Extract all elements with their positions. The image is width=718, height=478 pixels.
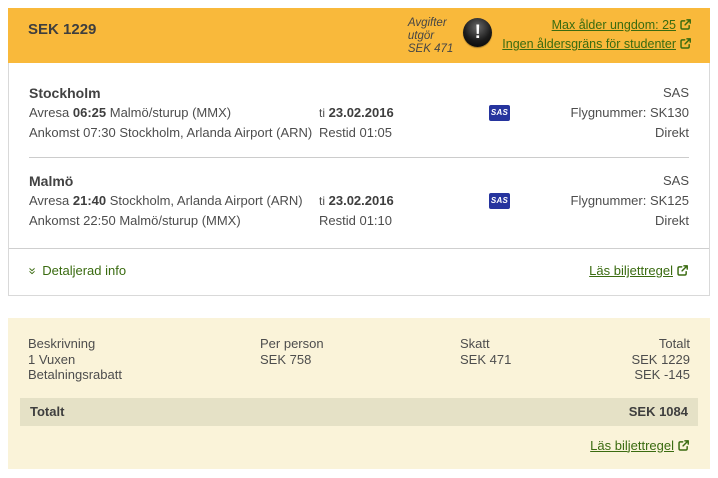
- arrival-line: Ankomst 22:50 Malmö/sturup (MMX): [29, 211, 319, 231]
- chevron-down-icon: »: [24, 267, 42, 274]
- duration-line: Restid 01:10: [319, 211, 489, 231]
- stops-info: Direkt: [531, 211, 689, 231]
- total-price: SEK 1229: [28, 16, 96, 38]
- flight-segment-return: Malmö Avresa 21:40 Stockholm, Arlanda Ai…: [29, 171, 689, 231]
- summary-discount-label: Betalningsrabatt: [28, 367, 260, 383]
- max-age-youth-link[interactable]: Max ålder ungdom: 25: [552, 18, 692, 32]
- fees-note-line: utgör: [408, 30, 453, 43]
- summary-per-person-value: SEK 758: [260, 352, 460, 368]
- summary-passenger-type: 1 Vuxen: [28, 352, 260, 368]
- price-breakdown: Beskrivning 1 Vuxen Betalningsrabatt Per…: [28, 336, 690, 383]
- price-header: SEK 1229 Avgifter utgör SEK 471 ! Max ål…: [8, 8, 710, 63]
- summary-fare-rules-link[interactable]: Läs biljettregel: [590, 438, 690, 453]
- sas-logo-icon: SAS: [489, 105, 510, 121]
- header-links: Max ålder ungdom: 25 Ingen åldersgräns f…: [502, 16, 692, 54]
- grand-total-row: Totalt SEK 1084: [20, 398, 698, 426]
- details-toggle[interactable]: »Detaljerad info: [29, 262, 126, 280]
- summary-tax-value: SEK 471: [460, 352, 620, 368]
- summary-total-header: Totalt: [620, 336, 690, 352]
- external-link-icon: [679, 37, 692, 50]
- summary-tax-header: Skatt: [460, 336, 620, 352]
- grand-total-label: Totalt: [30, 404, 64, 420]
- summary-discount-value: SEK -145: [620, 367, 690, 383]
- sas-logo-icon: SAS: [489, 193, 510, 209]
- flight-card: SEK 1229 Avgifter utgör SEK 471 ! Max ål…: [8, 8, 710, 296]
- segment-divider: [29, 157, 689, 158]
- alert-icon: !: [463, 18, 492, 47]
- summary-total-value: SEK 1229: [620, 352, 690, 368]
- student-age-link[interactable]: Ingen åldersgräns för studenter: [502, 37, 692, 51]
- flight-number: Flygnummer: SK130: [531, 103, 689, 123]
- card-footer-row: »Detaljerad info Läs biljettregel: [9, 248, 709, 295]
- departure-line: Avresa 21:40 Stockholm, Arlanda Airport …: [29, 191, 319, 211]
- fare-rules-link[interactable]: Läs biljettregel: [589, 262, 689, 280]
- grand-total-value: SEK 1084: [629, 404, 688, 420]
- flight-number: Flygnummer: SK125: [531, 191, 689, 211]
- departure-line: Avresa 06:25 Malmö/sturup (MMX): [29, 103, 319, 123]
- segment-city: Stockholm: [29, 83, 319, 103]
- external-link-icon: [679, 18, 692, 31]
- price-summary: Beskrivning 1 Vuxen Betalningsrabatt Per…: [8, 318, 710, 469]
- flight-offer-page: SEK 1229 Avgifter utgör SEK 471 ! Max ål…: [0, 0, 718, 477]
- segment-city: Malmö: [29, 171, 319, 191]
- carrier-name: SAS: [531, 83, 689, 103]
- exclamation-glyph: !: [475, 22, 481, 44]
- carrier-name: SAS: [531, 171, 689, 191]
- flight-details: Stockholm Avresa 06:25 Malmö/sturup (MMX…: [8, 63, 710, 296]
- date-line: ti 23.02.2016: [319, 103, 489, 123]
- fees-note-line: SEK 471: [408, 43, 453, 56]
- arrival-line: Ankomst 07:30 Stockholm, Arlanda Airport…: [29, 123, 319, 143]
- duration-line: Restid 01:05: [319, 123, 489, 143]
- external-link-icon: [676, 264, 689, 277]
- external-link-icon: [677, 439, 690, 452]
- date-line: ti 23.02.2016: [319, 191, 489, 211]
- summary-description-header: Beskrivning: [28, 336, 260, 352]
- stops-info: Direkt: [531, 123, 689, 143]
- flight-segment-outbound: Stockholm Avresa 06:25 Malmö/sturup (MMX…: [29, 83, 689, 143]
- fees-note: Avgifter utgör SEK 471: [408, 16, 453, 56]
- summary-per-person-header: Per person: [260, 336, 460, 352]
- fees-note-line: Avgifter: [408, 17, 453, 30]
